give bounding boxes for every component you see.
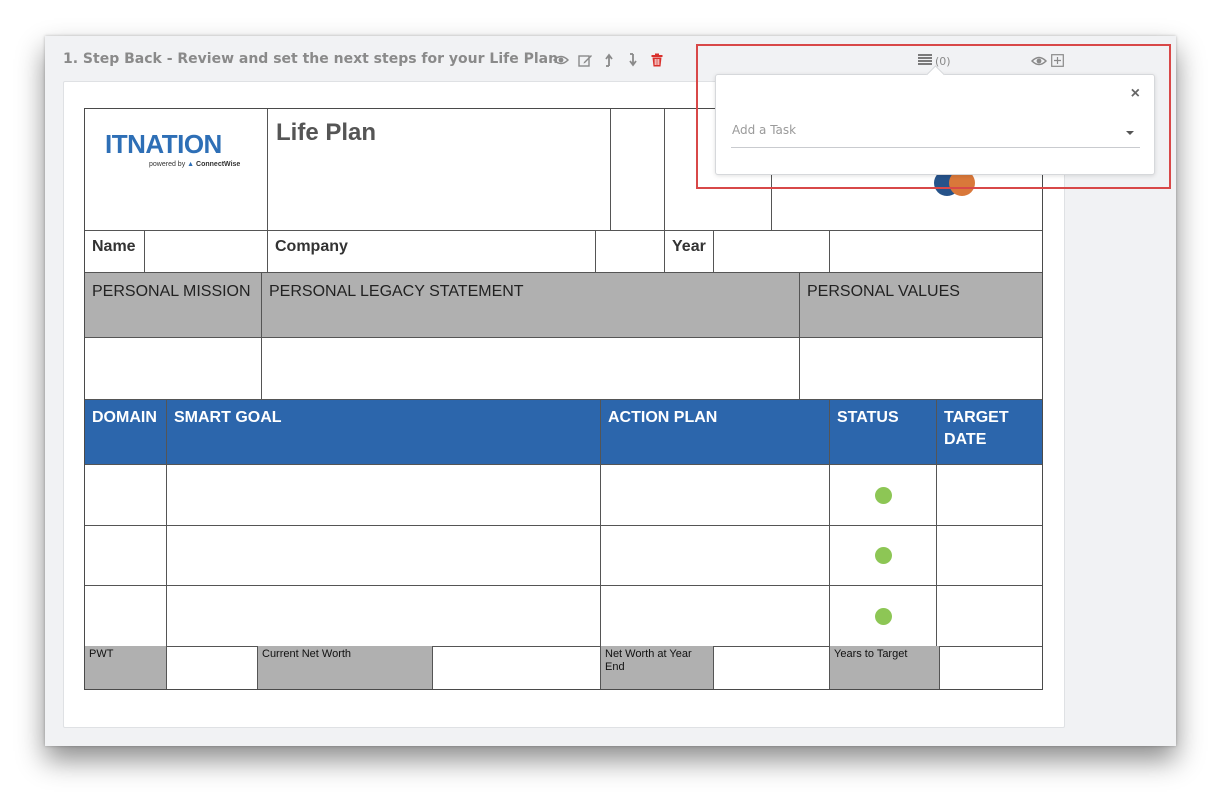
goal-domain-cell[interactable] [85,465,167,526]
status-header: STATUS [830,400,937,465]
current-net-worth-label: Current Net Worth [258,646,433,689]
target-date-header: TARGET DATE [937,400,1042,465]
personal-values-value[interactable] [800,338,1042,400]
goal-smart-cell[interactable] [167,526,601,586]
current-net-worth-value[interactable] [433,646,601,689]
goal-domain-cell[interactable] [85,526,167,586]
name-label: Name [85,231,145,273]
pwt-label: PWT [85,646,167,689]
goal-target-cell[interactable] [937,465,1042,526]
status-indicator[interactable] [874,547,892,564]
personal-legacy-header: PERSONAL LEGACY STATEMENT [262,273,800,338]
net-worth-year-end-label: Net Worth at Year End [601,646,714,689]
personal-values-header: PERSONAL VALUES [800,273,1042,338]
action-plan-header: ACTION PLAN [601,400,830,465]
company-value[interactable] [596,231,665,273]
highlight-annotation [696,44,1171,189]
personal-legacy-value[interactable] [262,338,800,400]
company-label: Company [268,231,596,273]
connectwise-icon: ▲ [187,161,195,168]
domain-header: DOMAIN [85,400,167,465]
year-extra-cell [830,231,1042,273]
smart-goal-header: SMART GOAL [167,400,601,465]
goal-action-cell[interactable] [601,465,830,526]
years-to-target-label: Years to Target [830,646,940,689]
plan-title: Life Plan [276,119,377,146]
logo-tagline: powered by ▲ ConnectWise [149,161,240,168]
status-indicator[interactable] [874,486,892,504]
move-down-icon[interactable] [625,52,641,68]
move-up-icon[interactable] [601,52,617,68]
pwt-value[interactable] [167,646,258,689]
trash-icon[interactable] [649,52,665,68]
logo-cell: ITNATION powered by ▲ ConnectWise [85,109,268,231]
year-label: Year [665,231,714,273]
goal-smart-cell[interactable] [167,465,601,526]
goal-target-cell[interactable] [937,526,1042,586]
logo-tagline-prefix: powered by [149,161,186,168]
goal-status-cell[interactable] [830,586,937,647]
goal-target-cell[interactable] [937,586,1042,647]
goal-smart-cell[interactable] [167,586,601,647]
goal-domain-cell[interactable] [85,586,167,647]
header-spacer-cell [611,109,665,231]
name-value[interactable] [145,231,268,273]
itnation-logo: ITNATION [105,129,222,160]
goal-action-cell[interactable] [601,586,830,647]
logo-brand: ITNATION [105,129,222,159]
goal-action-cell[interactable] [601,526,830,586]
net-worth-year-end-value[interactable] [714,646,830,689]
personal-mission-header: PERSONAL MISSION [85,273,262,338]
year-value[interactable] [714,231,830,273]
section-title: 1. Step Back - Review and set the next s… [63,51,559,67]
logo-tagline-brand: ConnectWise [196,161,241,168]
edit-icon[interactable] [577,52,593,68]
goal-status-cell[interactable] [830,526,937,586]
title-cell: Life Plan [268,109,611,231]
years-to-target-value[interactable] [940,646,1042,689]
personal-mission-value[interactable] [85,338,262,400]
eye-icon[interactable] [553,52,569,68]
life-plan-document: ITNATION powered by ▲ ConnectWise Life P… [84,108,1043,690]
status-indicator[interactable] [874,607,892,625]
section-toolbar [553,49,665,71]
goal-status-cell[interactable] [830,465,937,526]
